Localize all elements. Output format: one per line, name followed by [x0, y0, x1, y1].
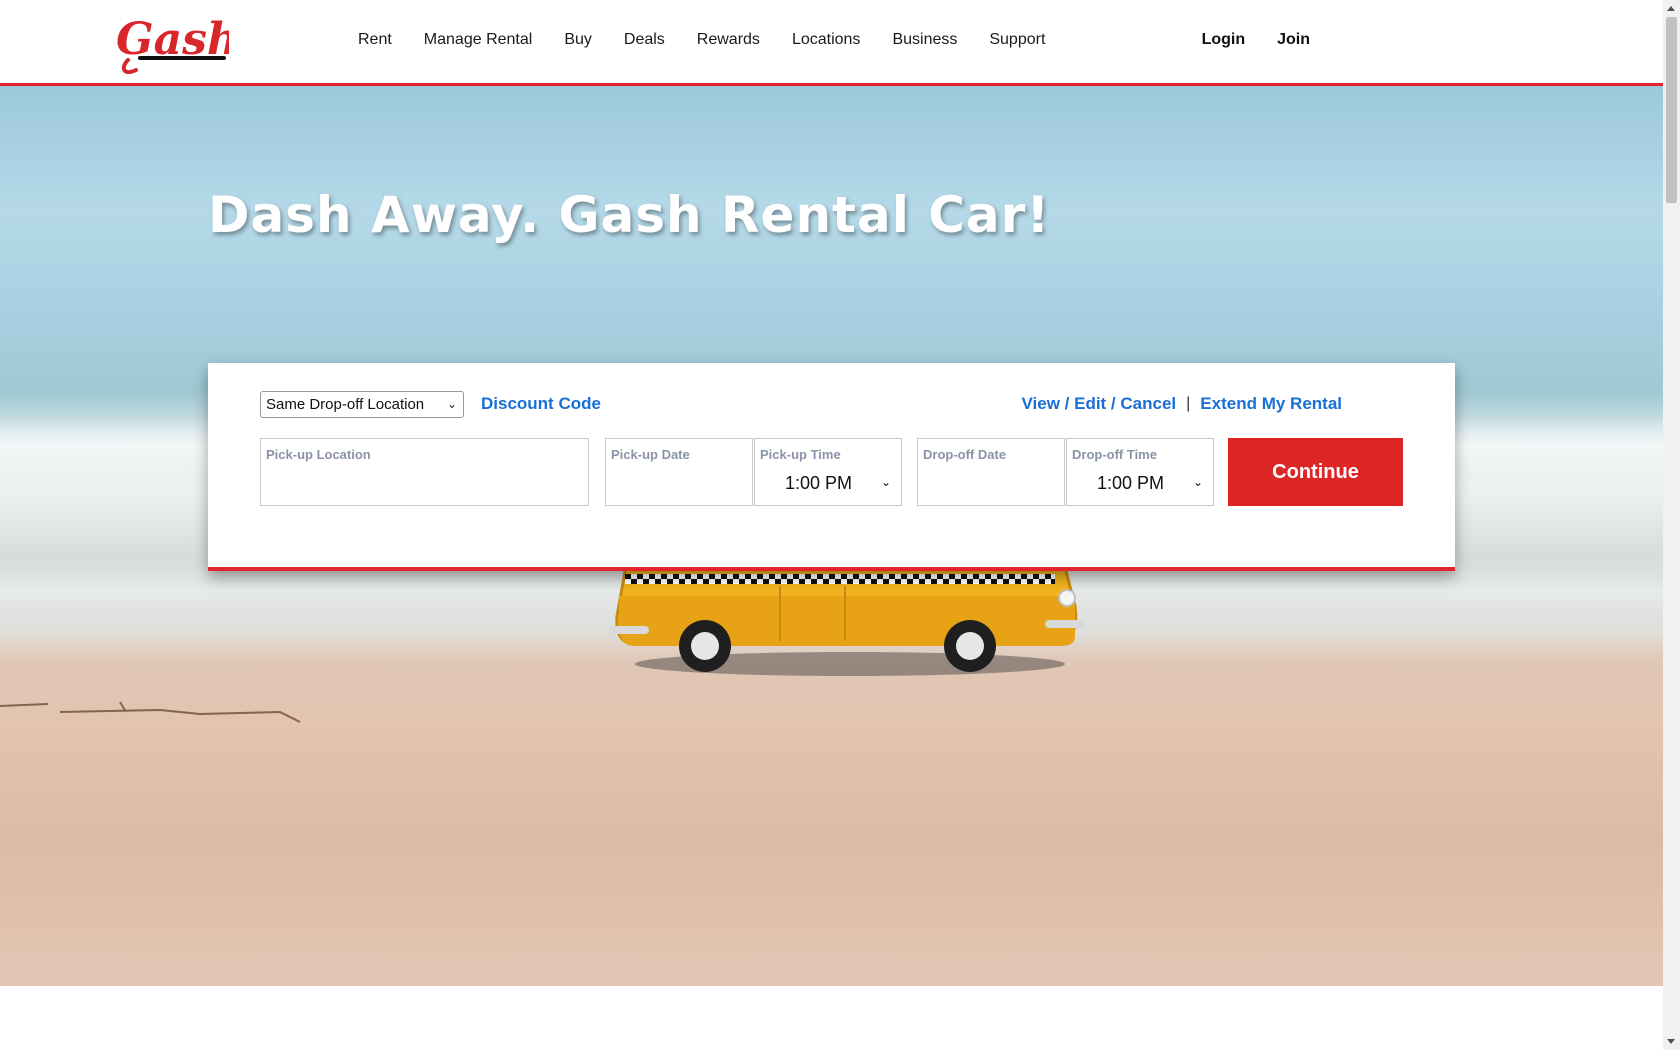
manage-links: View / Edit / Cancel | Extend My Rental: [1022, 394, 1343, 414]
join-link[interactable]: Join: [1277, 30, 1310, 50]
pickup-date-field[interactable]: Pick-up Date: [605, 438, 753, 506]
nav-rent[interactable]: Rent: [358, 30, 392, 50]
dropoff-date-label: Drop-off Date: [923, 447, 1007, 462]
nav-support[interactable]: Support: [989, 30, 1045, 50]
chevron-down-icon: ⌄: [880, 475, 891, 489]
chevron-down-icon: ⌄: [1192, 475, 1203, 489]
nav-locations[interactable]: Locations: [792, 30, 861, 50]
discount-code-link[interactable]: Discount Code: [481, 394, 601, 414]
gash-logo[interactable]: Gash: [114, 10, 229, 74]
pickup-location-field[interactable]: Pick-up Location: [260, 438, 589, 506]
vertical-scrollbar[interactable]: [1663, 0, 1680, 1050]
scrollbar-thumb[interactable]: [1666, 17, 1677, 203]
auth-links: Login Join: [1170, 30, 1310, 50]
pickup-location-label: Pick-up Location: [266, 447, 371, 462]
driftwood-twig: [0, 701, 301, 723]
nav-rewards[interactable]: Rewards: [697, 30, 760, 50]
logo-graphic: Gash: [116, 14, 229, 74]
nav-business[interactable]: Business: [892, 30, 957, 50]
view-edit-cancel-link[interactable]: View / Edit / Cancel: [1022, 394, 1177, 414]
chevron-down-icon: ⌄: [446, 397, 457, 411]
main-nav: Rent Manage Rental Buy Deals Rewards Loc…: [358, 30, 1077, 50]
pickup-date-label: Pick-up Date: [611, 447, 690, 462]
booking-widget: Same Drop-off Location ⌄ Discount Code V…: [208, 363, 1455, 571]
pickup-time-value: 1:00 PM: [785, 473, 853, 493]
dropoff-location-select-value: Same Drop-off Location: [266, 396, 425, 413]
pickup-time-label: Pick-up Time: [760, 447, 841, 462]
dropoff-time-label: Drop-off Time: [1072, 447, 1157, 462]
pickup-location-input[interactable]: [266, 467, 583, 497]
pickup-date-input[interactable]: [611, 467, 747, 497]
extend-rental-link[interactable]: Extend My Rental: [1200, 394, 1342, 414]
hero-title: Dash Away. Gash Rental Car!: [208, 186, 1051, 244]
nav-buy[interactable]: Buy: [564, 30, 592, 50]
nav-deals[interactable]: Deals: [624, 30, 665, 50]
dropoff-time-select[interactable]: Drop-off Time 1:00 PM ⌄: [1066, 438, 1214, 506]
continue-button[interactable]: Continue: [1228, 438, 1403, 506]
hero-banner: Dash Away. Gash Rental Car! Same Drop-of…: [0, 86, 1663, 986]
scroll-up-arrow-icon[interactable]: [1667, 6, 1675, 11]
pickup-time-select[interactable]: Pick-up Time 1:00 PM ⌄: [754, 438, 902, 506]
link-separator: |: [1186, 395, 1191, 412]
site-header: Gash Rent Manage Rental Buy Deals Reward…: [0, 0, 1663, 86]
dropoff-time-value: 1:00 PM: [1097, 473, 1165, 493]
scroll-down-arrow-icon[interactable]: [1667, 1039, 1675, 1044]
dropoff-date-input[interactable]: [923, 467, 1059, 497]
dropoff-date-field[interactable]: Drop-off Date: [917, 438, 1065, 506]
dropoff-location-select[interactable]: Same Drop-off Location ⌄: [260, 391, 464, 418]
login-link[interactable]: Login: [1202, 30, 1246, 50]
nav-manage-rental[interactable]: Manage Rental: [424, 30, 533, 50]
